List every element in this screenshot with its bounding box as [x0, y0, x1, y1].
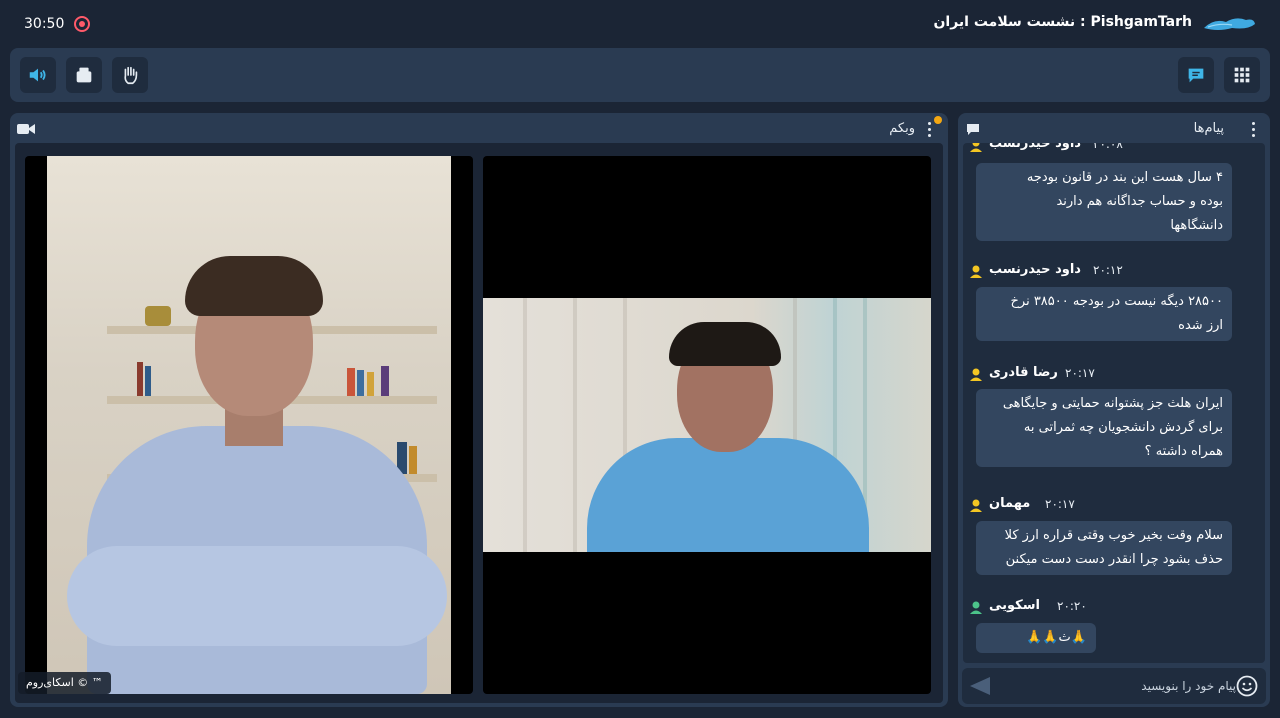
vase-decor [145, 306, 171, 326]
message-time: ۲۰:۱۷ [1045, 497, 1075, 511]
book-decor [347, 368, 355, 396]
participant-hair [185, 256, 323, 316]
chat-icon [967, 124, 979, 135]
message-text-line: برای گردش دانشجویان چه ثمراتی به [1023, 420, 1223, 435]
message-time: ۲۰:۱۷ [1065, 366, 1095, 380]
message-bubble: ایران هلث جز پشتوانه حمایتی و جایگاهی بر… [976, 389, 1232, 467]
message-text-line: ۴ سال هست این بند در قانون بودجه [1026, 170, 1223, 185]
message-text-line: حذف بشود چرا انقدر دست دست میکنن [1005, 552, 1223, 567]
user-avatar-icon [970, 499, 982, 512]
message-bubble: 🙏ث🙏🙏 [976, 623, 1096, 653]
message-text-line: ارز شده [1178, 318, 1223, 333]
message-header: داود حیدرنسب ۲۰:۰۸ [963, 143, 1253, 157]
message-header: داود حیدرنسب ۲۰:۱۲ [963, 261, 1253, 283]
skyroom-watermark: اسکای‌روم © ™ [18, 672, 111, 694]
webcam-panel-title: وبکم [889, 121, 915, 136]
message-sender: مهمان [989, 496, 1031, 511]
message-text-line: 🙏ث🙏🙏 [1026, 630, 1087, 645]
message-input[interactable] [996, 668, 1236, 704]
message-time: ۲۰:۰۸ [1093, 143, 1123, 151]
notification-dot [934, 116, 942, 124]
message-text-line: دانشگاهها [1170, 218, 1223, 233]
participant-body [587, 438, 869, 552]
pishgamtarh-logo-icon [1204, 18, 1255, 30]
user-avatar-icon [970, 368, 982, 381]
message-text-line: ایران هلث جز پشتوانه حمایتی و جایگاهی [1002, 396, 1223, 411]
message-bubble: ۲۸۵۰۰ دیگه نیست در بودجه ۳۸۵۰۰ نرخ ارز ش… [976, 287, 1232, 341]
curtain-decor [523, 298, 527, 552]
message-bubble: سلام وقت بخیر خوب وقتی قراره ارز کلا حذف… [976, 521, 1232, 575]
message-sender: داود حیدرنسب [989, 143, 1081, 151]
book-decor [381, 366, 389, 396]
book-decor [409, 446, 417, 474]
apps-grid-icon [1234, 67, 1250, 83]
message-sender: اسکویی [989, 598, 1040, 613]
chat-panel-title: پیام‌ها [1193, 121, 1224, 136]
chat-toggle-button[interactable] [1178, 57, 1214, 93]
user-avatar-icon [970, 143, 982, 152]
apps-grid-button[interactable] [1224, 57, 1260, 93]
book-decor [357, 370, 364, 396]
message-time: ۲۰:۲۰ [1057, 599, 1087, 613]
message-composer [962, 668, 1266, 704]
share-screen-icon [76, 67, 92, 83]
participant-video-left [47, 156, 451, 694]
webcam-menu-icon[interactable] [928, 122, 932, 138]
message-bubble: ۴ سال هست این بند در قانون بودجه بوده و … [976, 163, 1232, 241]
video-tile-right[interactable] [483, 156, 931, 694]
message-text-line: بوده و حساب جداگانه هم دارند [1056, 194, 1223, 209]
message-text-line: همراه داشته ؟ [1144, 444, 1223, 459]
chat-toggle-icon [1188, 68, 1204, 83]
message-text-line: ۲۸۵۰۰ دیگه نیست در بودجه ۳۸۵۰۰ نرخ [1010, 294, 1224, 309]
message-header: رضا قادری ۲۰:۱۷ [963, 364, 1253, 386]
camera-icon [17, 124, 35, 134]
message-sender: داود حیدرنسب [989, 262, 1081, 277]
share-screen-button[interactable] [66, 57, 102, 93]
speaker-button[interactable] [20, 57, 56, 93]
main-toolbar [10, 48, 1270, 102]
user-avatar-icon [970, 601, 982, 614]
participant-hair [669, 322, 781, 366]
session-title: PishgamTarh : نشست سلامت ایران [933, 14, 1192, 30]
chat-panel: پیام‌ها داود حیدرنسب ۲۰:۰۸ ۴ سال هست این… [958, 113, 1270, 707]
session-timer: 30:50 [24, 16, 65, 32]
curtain-decor [573, 298, 577, 552]
book-decor [367, 372, 374, 396]
emoji-icon[interactable] [1236, 675, 1258, 697]
raise-hand-button[interactable] [112, 57, 148, 93]
title-bar: 30:50 PishgamTarh : نشست سلامت ایران [0, 0, 1280, 46]
participant-arms [67, 546, 447, 646]
video-tile-left[interactable] [25, 156, 473, 694]
message-time: ۲۰:۱۲ [1093, 263, 1123, 277]
book-decor [137, 362, 143, 396]
message-header: اسکویی ۲۰:۲۰ [963, 597, 1253, 619]
book-decor [145, 366, 151, 396]
speaker-icon [29, 68, 46, 82]
message-text-line: سلام وقت بخیر خوب وقتی قراره ارز کلا [1004, 528, 1223, 543]
raise-hand-icon [124, 66, 138, 85]
message-header: مهمان ۲۰:۱۷ [963, 495, 1253, 517]
chat-menu-icon[interactable] [1252, 122, 1256, 138]
record-indicator-icon[interactable] [74, 16, 90, 32]
user-avatar-icon [970, 265, 982, 278]
message-list[interactable]: داود حیدرنسب ۲۰:۰۸ ۴ سال هست این بند در … [963, 143, 1265, 663]
message-sender: رضا قادری [989, 365, 1058, 380]
send-icon[interactable] [970, 677, 990, 695]
participant-video-right [483, 298, 931, 552]
